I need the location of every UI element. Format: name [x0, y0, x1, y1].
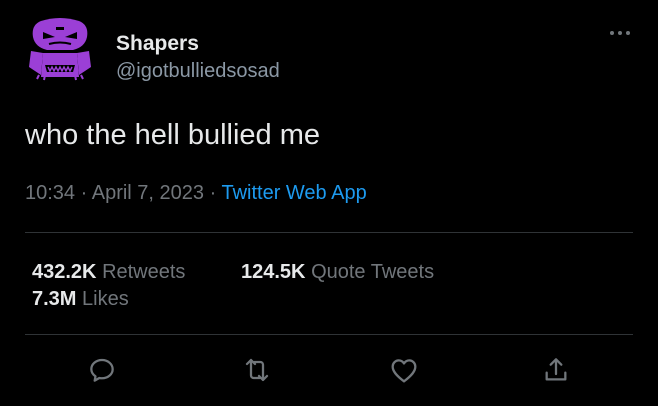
tweet-date[interactable]: April 7, 2023	[92, 182, 204, 204]
tweet-source-link[interactable]: Twitter Web App	[221, 182, 366, 204]
retweet-icon	[245, 358, 269, 382]
divider	[25, 232, 633, 233]
tweet-detail: Shapers @igotbulliedsosad who the hell b…	[0, 0, 658, 406]
reply-button[interactable]	[86, 354, 118, 386]
quote-tweets-label: Quote Tweets	[311, 261, 435, 283]
retweets-label: Retweets	[102, 261, 186, 283]
divider	[25, 334, 633, 335]
reply-icon	[90, 358, 114, 382]
tweet-time[interactable]: 10:34	[25, 182, 75, 204]
quote-tweets-stat[interactable]: 124.5K Quote Tweets	[241, 261, 434, 284]
like-button[interactable]	[388, 354, 420, 386]
share-button[interactable]	[540, 354, 572, 386]
more-options-icon[interactable]	[605, 26, 635, 40]
meta-separator: ·	[204, 182, 222, 204]
meta-separator: ·	[75, 182, 92, 204]
likes-count: 7.3M	[32, 288, 77, 310]
likes-stat[interactable]: 7.3M Likes	[32, 288, 129, 311]
tweet-meta: 10:34 · April 7, 2023 · Twitter Web App	[25, 182, 367, 205]
display-name[interactable]: Shapers	[116, 32, 199, 56]
retweet-button[interactable]	[241, 354, 273, 386]
likes-label: Likes	[82, 288, 129, 310]
user-handle[interactable]: @igotbulliedsosad	[116, 60, 280, 83]
retweets-stat[interactable]: 432.2K Retweets	[32, 261, 185, 284]
heart-icon	[391, 359, 417, 383]
purple-cartoon-face-icon	[29, 18, 91, 81]
retweets-count: 432.2K	[32, 261, 97, 283]
quote-tweets-count: 124.5K	[241, 261, 306, 283]
tweet-text: who the hell bullied me	[25, 119, 321, 151]
share-icon	[545, 358, 567, 381]
avatar[interactable]	[23, 17, 97, 83]
